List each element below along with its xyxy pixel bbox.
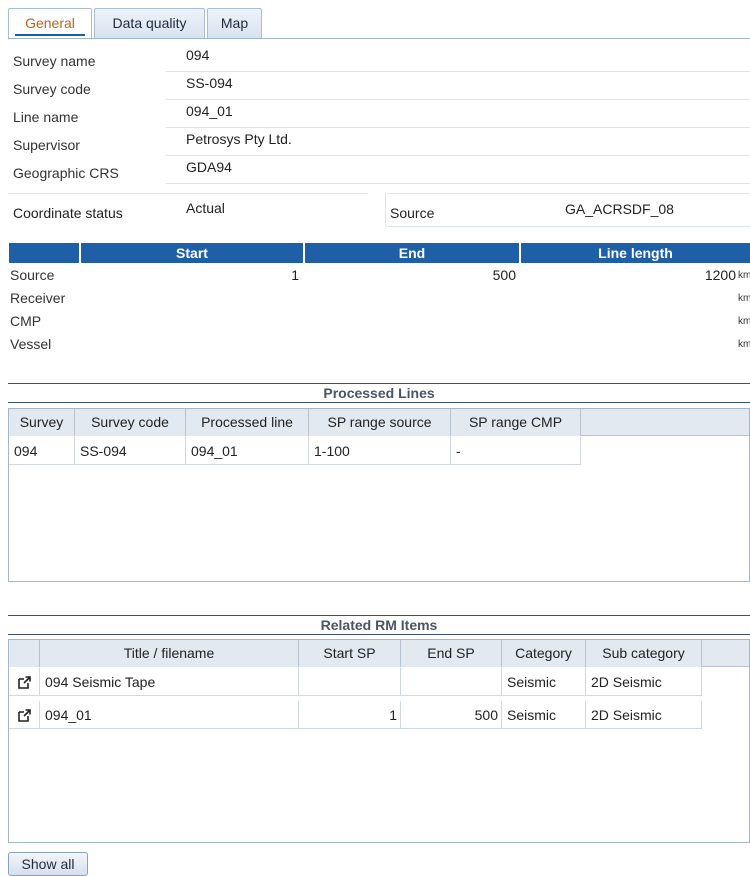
survey-code-value: SS-094 xyxy=(186,75,233,91)
col-sub-category[interactable]: Sub category xyxy=(586,640,702,667)
field-row-survey-code: Survey code SS-094 xyxy=(0,74,750,102)
open-external-icon[interactable] xyxy=(18,676,31,689)
measure-label: Receiver xyxy=(10,290,66,306)
measure-row-receiver: Receiver km xyxy=(0,288,750,310)
col-end-sp[interactable]: End SP xyxy=(401,640,502,667)
cell-sp-range-cmp: - xyxy=(451,437,581,465)
survey-code-label: Survey code xyxy=(13,81,91,97)
tab-map-label: Map xyxy=(220,15,249,31)
coordinate-status-label: Coordinate status xyxy=(13,205,123,221)
field-row-supervisor: Supervisor Petrosys Pty Ltd. xyxy=(0,130,750,158)
cell-sp-range-source: 1-100 xyxy=(309,437,451,465)
cell-start-sp: 1 xyxy=(299,701,401,729)
geographic-crs-value: GDA94 xyxy=(186,159,232,175)
measure-start: 1 xyxy=(291,267,299,283)
tab-map[interactable]: Map xyxy=(207,8,262,39)
line-name-value: 094_01 xyxy=(186,103,233,119)
tab-general-label: General xyxy=(25,15,75,31)
measure-label: Vessel xyxy=(10,336,52,352)
line-length-header: Line length xyxy=(598,245,673,261)
field-row-geographic-crs: Geographic CRS GDA94 xyxy=(0,158,750,186)
cell-survey-code: SS-094 xyxy=(75,437,186,465)
tab-bar: General Data quality Map xyxy=(0,0,750,42)
col-open xyxy=(9,640,40,667)
col-sp-range-source[interactable]: SP range source xyxy=(309,409,451,436)
show-all-button[interactable]: Show all xyxy=(8,852,88,876)
cell-title: 094 Seismic Tape xyxy=(40,668,299,696)
col-start-sp[interactable]: Start SP xyxy=(299,640,401,667)
open-cell[interactable] xyxy=(9,701,40,729)
survey-name-value: 094 xyxy=(186,47,210,63)
measure-end: 500 xyxy=(492,267,516,283)
processed-lines-title: Processed Lines xyxy=(8,383,750,403)
geographic-crs-label: Geographic CRS xyxy=(13,165,119,181)
cell-start-sp xyxy=(299,668,401,696)
col-survey-code[interactable]: Survey code xyxy=(75,409,186,436)
related-rm-items-title: Related RM Items xyxy=(8,615,750,635)
cell-end-sp: 500 xyxy=(401,701,502,729)
supervisor-label: Supervisor xyxy=(13,137,80,153)
cell-sub-category: 2D Seismic xyxy=(586,701,702,729)
cell-category: Seismic xyxy=(502,668,586,696)
measure-unit: km xyxy=(738,339,750,350)
supervisor-value: Petrosys Pty Ltd. xyxy=(186,131,292,147)
col-survey[interactable]: Survey xyxy=(9,409,75,436)
measure-length: 1200 xyxy=(704,267,736,283)
measure-unit: km xyxy=(738,293,750,304)
processed-lines-grid: Survey Survey code Processed line SP ran… xyxy=(8,408,750,582)
tab-data-quality[interactable]: Data quality xyxy=(94,8,205,39)
start-header: Start xyxy=(176,245,208,261)
col-sp-range-cmp[interactable]: SP range CMP xyxy=(451,409,581,436)
survey-name-label: Survey name xyxy=(13,53,96,69)
open-cell[interactable] xyxy=(9,668,40,696)
coordinate-status-value: Actual xyxy=(186,200,225,216)
tab-general[interactable]: General xyxy=(8,8,92,40)
tab-data-quality-label: Data quality xyxy=(112,15,187,31)
open-external-icon[interactable] xyxy=(18,709,31,722)
cell-sub-category: 2D Seismic xyxy=(586,668,702,696)
source-value: GA_ACRSDF_08 xyxy=(565,201,674,217)
end-header: End xyxy=(398,245,426,261)
cell-title: 094_01 xyxy=(40,701,299,729)
measure-row-vessel: Vessel km xyxy=(0,334,750,356)
col-title-filename[interactable]: Title / filename xyxy=(40,640,299,667)
measure-row-cmp: CMP km xyxy=(0,311,750,333)
related-rm-items-grid: Title / filename Start SP End SP Categor… xyxy=(8,639,750,843)
coordinate-status-row: Coordinate status Actual Source GA_ACRSD… xyxy=(0,190,750,232)
source-label: Source xyxy=(390,205,435,221)
cell-survey: 094 xyxy=(9,437,75,465)
col-category[interactable]: Category xyxy=(502,640,586,667)
field-row-survey-name: Survey name 094 xyxy=(0,46,750,74)
measure-unit: km xyxy=(738,316,750,327)
measure-label: Source xyxy=(10,267,55,283)
cell-category: Seismic xyxy=(502,701,586,729)
cell-end-sp xyxy=(401,668,502,696)
field-row-line-name: Line name 094_01 xyxy=(0,102,750,130)
cell-processed-line: 094_01 xyxy=(186,437,309,465)
measure-unit: km xyxy=(738,270,750,281)
related-rm-items-header: Title / filename Start SP End SP Categor… xyxy=(9,640,749,667)
measure-row-source: Source 1 500 1200 km xyxy=(0,265,750,287)
processed-lines-header: Survey Survey code Processed line SP ran… xyxy=(9,409,749,436)
measures-header: Start End Line length xyxy=(9,243,750,263)
col-processed-line[interactable]: Processed line xyxy=(186,409,309,436)
measure-label: CMP xyxy=(10,313,42,329)
line-name-label: Line name xyxy=(13,109,79,125)
